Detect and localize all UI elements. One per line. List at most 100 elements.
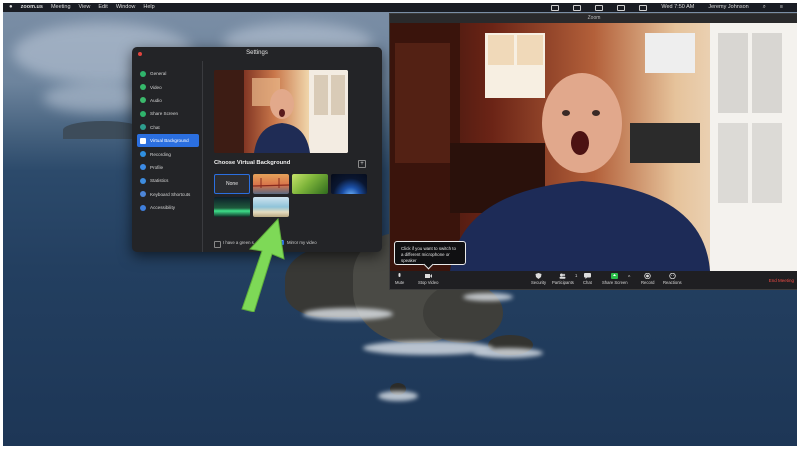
- menu-window[interactable]: Window: [116, 3, 136, 12]
- add-image-button[interactable]: +: [358, 160, 366, 168]
- sidebar-item-statistics[interactable]: Statistics: [137, 174, 199, 187]
- sidebar-item-label: Profile: [150, 164, 164, 170]
- sidebar-item-profile[interactable]: Profile: [137, 161, 199, 174]
- video-preview: [214, 70, 348, 153]
- sidebar-item-recording[interactable]: Recording: [137, 147, 199, 160]
- apple-menu-icon[interactable]: ●: [9, 3, 13, 12]
- green-arrow-annotation: [241, 217, 285, 312]
- wifi-icon[interactable]: [595, 4, 604, 11]
- sidebar-item-video[interactable]: Video: [137, 80, 199, 93]
- menu-help[interactable]: Help: [143, 3, 154, 12]
- sidebar-item-label: Recording: [150, 151, 171, 157]
- participants-button[interactable]: Participants 1: [552, 273, 578, 285]
- background-thumb-none[interactable]: None: [214, 174, 250, 194]
- sidebar-item-label: Accessibility: [150, 205, 176, 211]
- mute-label: Mute: [395, 280, 405, 285]
- background-thumb-earth[interactable]: [331, 174, 367, 194]
- menu-meeting[interactable]: Meeting: [51, 3, 71, 12]
- stop-video-button[interactable]: Stop Video: [418, 273, 438, 285]
- island-rock: [423, 283, 503, 343]
- green-screen-checkbox[interactable]: [214, 241, 221, 248]
- share-screen-icon: [611, 273, 619, 279]
- desktop: ● zoom.us Meeting View Edit Window Help …: [3, 3, 797, 446]
- preview-person: [214, 70, 348, 153]
- zoom-window-title: Zoom: [587, 15, 601, 21]
- gear-icon: [140, 70, 146, 77]
- sidebar-item-label: Video: [150, 84, 162, 90]
- distant-island: [63, 121, 143, 139]
- sidebar-item-chat[interactable]: Chat: [137, 121, 199, 134]
- record-button[interactable]: Record: [641, 273, 655, 285]
- menu-edit[interactable]: Edit: [98, 3, 107, 12]
- share-screen-label: Share Screen: [602, 280, 628, 285]
- sidebar-item-label: Share Screen: [150, 111, 179, 117]
- golden-gate-icon: [253, 178, 289, 188]
- settings-title: Settings: [246, 50, 268, 56]
- sidebar-item-general[interactable]: General: [137, 67, 199, 80]
- keyboard-icon: [140, 191, 146, 198]
- security-label: Security: [531, 280, 547, 285]
- security-button[interactable]: Security: [531, 273, 546, 285]
- end-meeting-button[interactable]: End Meeting: [769, 278, 794, 283]
- participants-label: Participants: [552, 280, 574, 285]
- participants-count: 1: [575, 273, 578, 278]
- sidebar-item-label: General: [150, 71, 167, 77]
- background-thumb-grass[interactable]: [292, 174, 328, 194]
- mute-button[interactable]: Mute: [395, 273, 404, 285]
- background-thumb-aurora[interactable]: [214, 197, 250, 217]
- chat-label: Chat: [583, 280, 592, 285]
- share-options-chevron[interactable]: ^: [628, 275, 630, 281]
- profile-icon: [140, 164, 146, 171]
- chat-icon: [583, 273, 591, 279]
- video-camera-icon: [424, 274, 432, 278]
- sidebar-item-virtual-background[interactable]: Virtual Background: [137, 133, 199, 148]
- headphones-icon: [140, 97, 146, 104]
- stop-video-label: Stop Video: [418, 280, 439, 285]
- chat-icon: [140, 124, 146, 131]
- settings-sidebar: General Video Audio Share Screen Chat Vi…: [137, 67, 199, 214]
- zoom-video-feed: [390, 23, 797, 271]
- video-icon: [140, 84, 146, 91]
- volume-icon[interactable]: [617, 4, 626, 11]
- accessibility-icon: [140, 204, 146, 211]
- chat-button[interactable]: Chat: [583, 273, 592, 285]
- meeting-video-person: [390, 23, 797, 271]
- sidebar-item-audio[interactable]: Audio: [137, 94, 199, 107]
- menu-app-name[interactable]: zoom.us: [21, 3, 43, 12]
- reactions-button[interactable]: Reactions: [663, 273, 682, 285]
- control-center-icon[interactable]: ≡: [780, 3, 783, 12]
- share-screen-button[interactable]: Share Screen: [602, 273, 628, 285]
- menu-view[interactable]: View: [79, 3, 91, 12]
- mirror-video-label: Mirror my video: [287, 240, 317, 245]
- sidebar-divider: [202, 61, 203, 252]
- dropbox-icon[interactable]: [573, 4, 582, 11]
- search-icon[interactable]: ⌕: [763, 3, 766, 12]
- sidebar-item-keyboard-shortcuts[interactable]: Keyboard Shortcuts: [137, 188, 199, 201]
- menu-status-area: Wed 7:50 AM Jeremy Johnson ⌕ ≡: [545, 3, 791, 12]
- menu-clock[interactable]: Wed 7:50 AM: [661, 3, 694, 12]
- microphone-icon: [398, 273, 401, 277]
- sidebar-item-share-screen[interactable]: Share Screen: [137, 107, 199, 120]
- zoom-status-icon[interactable]: [551, 4, 560, 11]
- smiley-icon: [669, 273, 676, 279]
- sidebar-item-label: Keyboard Shortcuts: [150, 191, 191, 197]
- menu-bar: ● zoom.us Meeting View Edit Window Help …: [3, 3, 797, 12]
- sidebar-item-label: Virtual Background: [150, 138, 189, 144]
- record-label: Record: [641, 280, 655, 285]
- reactions-label: Reactions: [663, 280, 682, 285]
- share-screen-icon: [140, 110, 146, 117]
- zoom-titlebar[interactable]: Zoom: [390, 14, 797, 23]
- virtual-background-icon: [140, 137, 146, 144]
- record-icon: [644, 273, 651, 279]
- settings-titlebar[interactable]: Settings: [132, 47, 382, 61]
- sidebar-item-label: Statistics: [150, 178, 169, 184]
- menu-user[interactable]: Jeremy Johnson: [708, 3, 748, 12]
- sidebar-item-label: Chat: [150, 124, 160, 130]
- statistics-icon: [140, 177, 146, 184]
- background-thumb-beach[interactable]: [253, 197, 289, 217]
- battery-icon[interactable]: [639, 4, 648, 11]
- choose-virtual-background-title: Choose Virtual Background: [214, 160, 291, 166]
- sidebar-item-accessibility[interactable]: Accessibility: [137, 201, 199, 214]
- participants-icon: [559, 273, 566, 279]
- background-thumb-golden-gate[interactable]: [253, 174, 289, 194]
